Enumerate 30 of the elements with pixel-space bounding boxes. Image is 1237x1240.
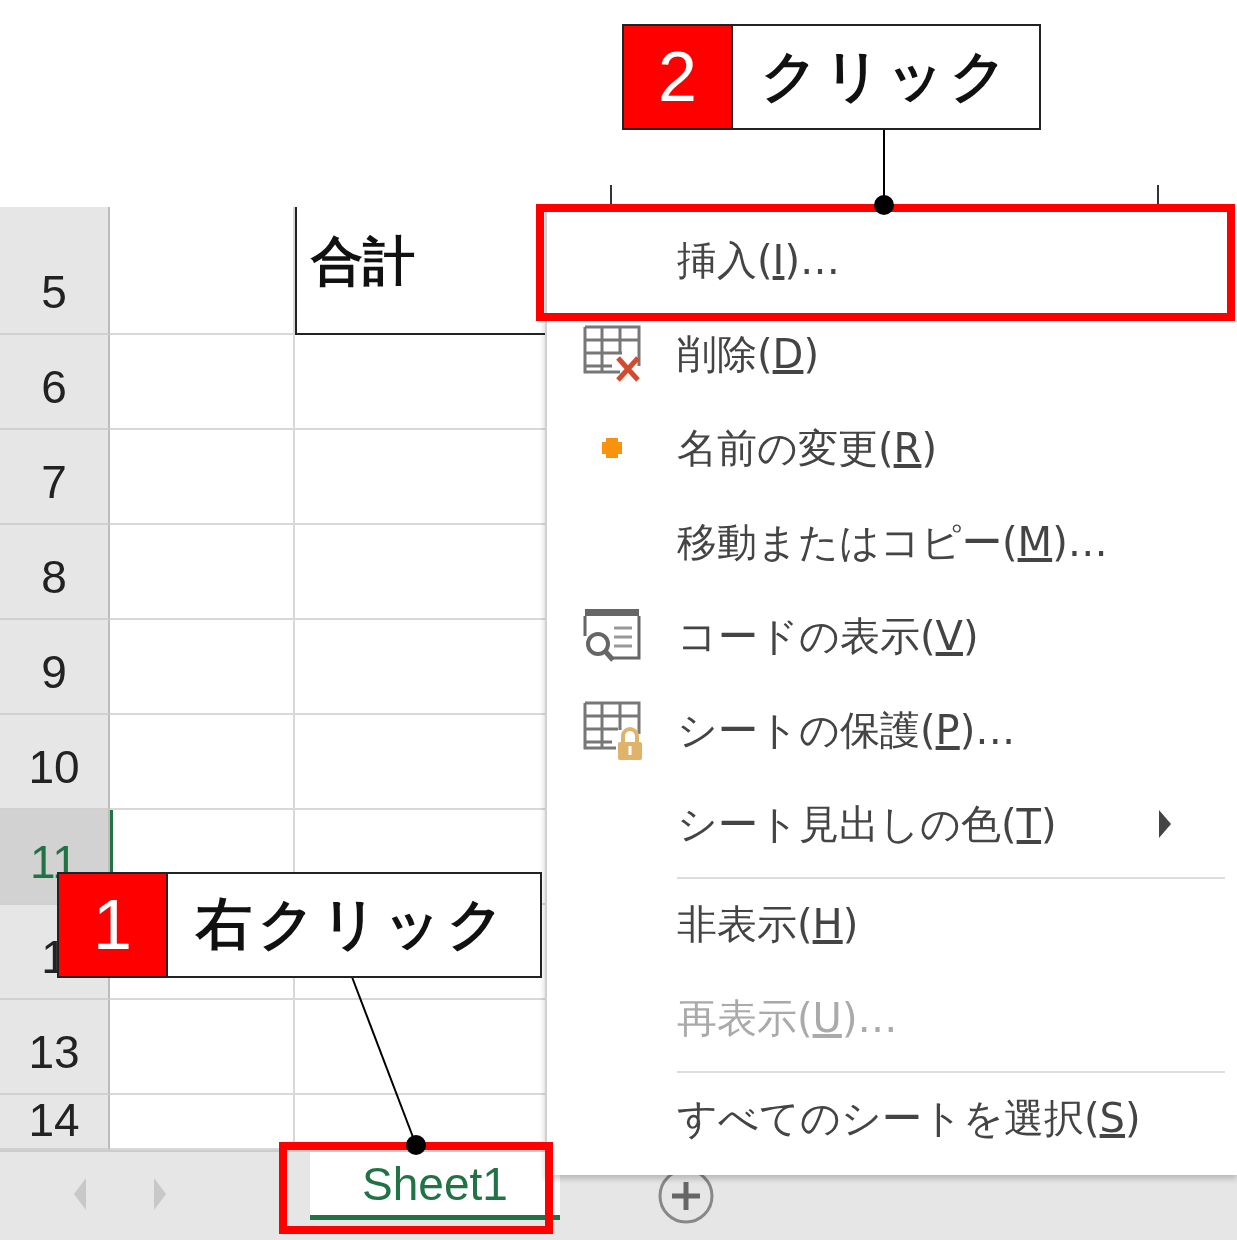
table-lock-icon (582, 700, 642, 760)
table-cell[interactable] (110, 715, 295, 810)
row-header[interactable]: 7 (0, 430, 110, 525)
row-header[interactable]: 8 (0, 525, 110, 620)
table-cell[interactable] (110, 620, 295, 715)
row-header[interactable]: 5 (0, 207, 110, 335)
column-divider (1157, 185, 1159, 205)
menu-item[interactable]: シート見出しの色(T) (547, 777, 1225, 871)
table-cell[interactable] (110, 430, 295, 525)
table-cell[interactable] (110, 525, 295, 620)
row-header[interactable]: 9 (0, 620, 110, 715)
menu-item[interactable]: 移動またはコピー(M)… (547, 495, 1225, 589)
menu-item[interactable]: 削除(D) (547, 307, 1225, 401)
cell-text: 合計 (311, 231, 415, 291)
sheet-tab[interactable]: Sheet1 (310, 1152, 560, 1220)
row-header[interactable]: 13 (0, 1000, 110, 1095)
column-divider (610, 185, 612, 205)
row-header[interactable]: 6 (0, 335, 110, 430)
table-cell[interactable] (110, 207, 295, 335)
table-cell[interactable] (110, 335, 295, 430)
step-number: 2 (624, 26, 731, 128)
menu-item[interactable]: 名前の変更(R) (547, 401, 1225, 495)
menu-item[interactable]: シートの保護(P)… (547, 683, 1225, 777)
table-cell[interactable] (110, 1000, 295, 1095)
step-number: 1 (59, 874, 166, 976)
table-delete-icon (582, 324, 642, 384)
menu-item[interactable]: コードの表示(V) (547, 589, 1225, 683)
menu-item[interactable]: 挿入(I)… (547, 213, 1225, 307)
row-header[interactable]: 10 (0, 715, 110, 810)
row-header[interactable]: 14 (0, 1095, 110, 1150)
